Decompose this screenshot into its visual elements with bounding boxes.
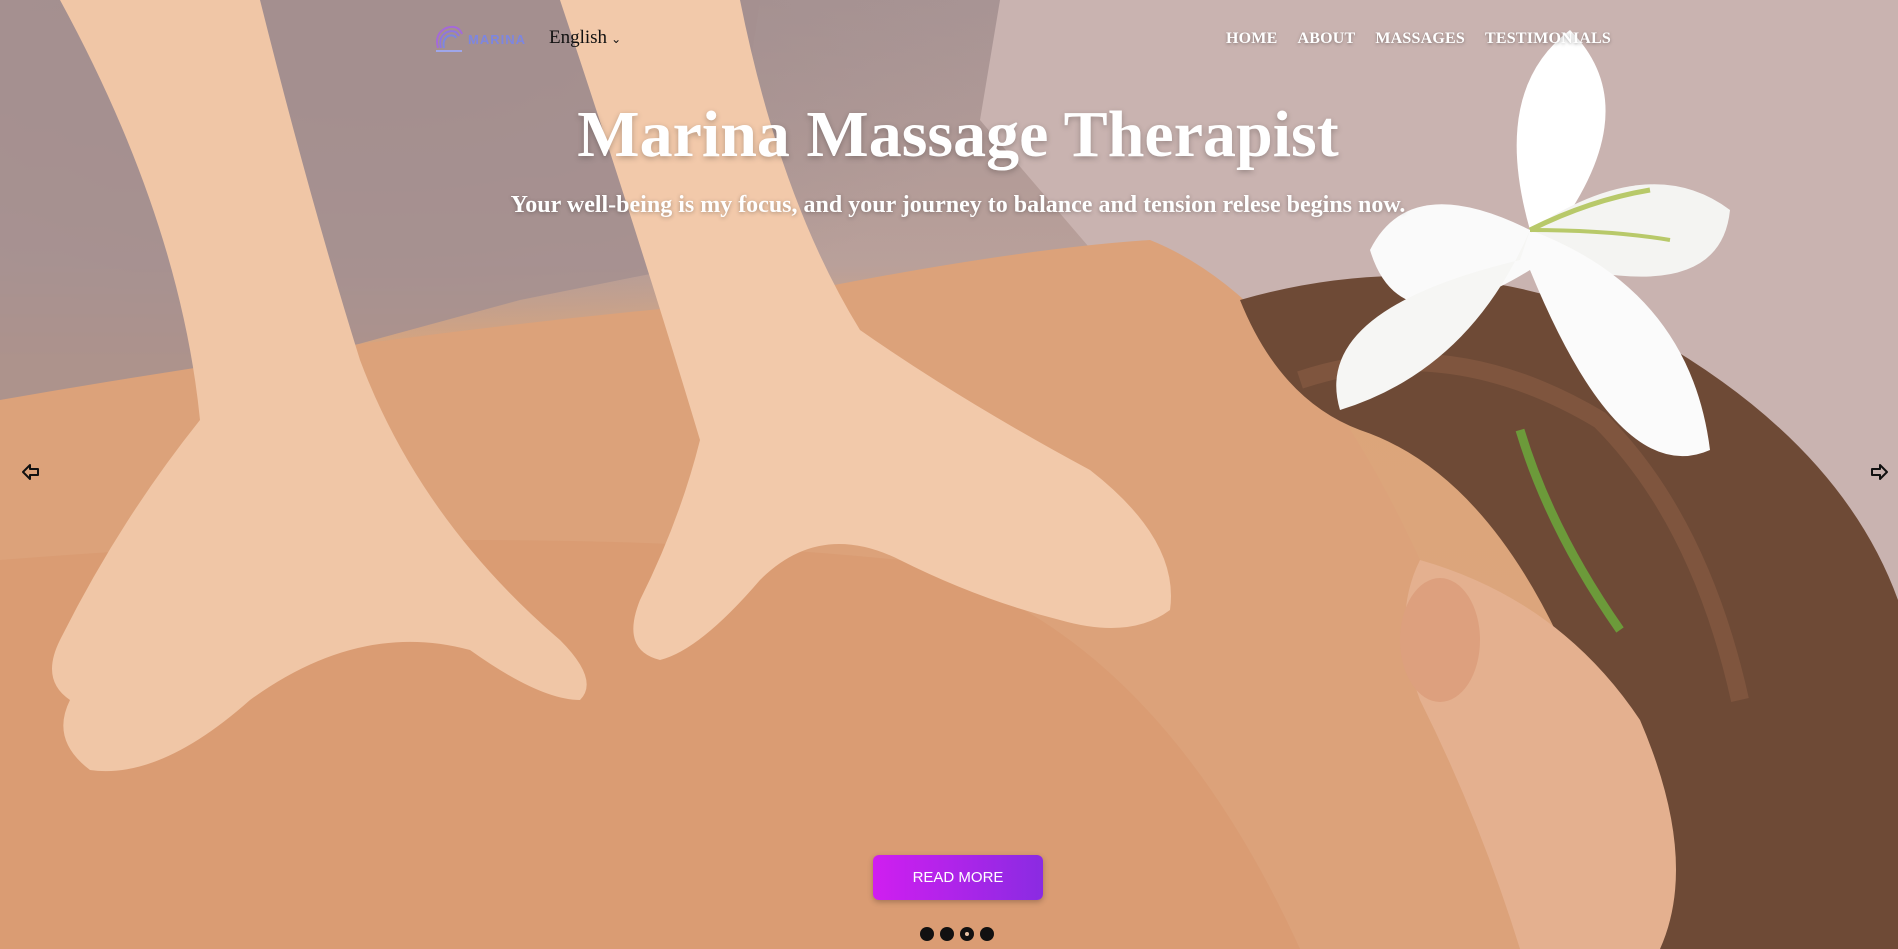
language-selected-label: English [549, 27, 608, 48]
nav-item-home[interactable]: HOME [1226, 30, 1277, 48]
hero-subtitle: Your well-being is my focus, and your jo… [510, 192, 1406, 218]
logo-text: MARINA [468, 31, 526, 47]
read-more-button[interactable]: READ MORE [873, 855, 1043, 900]
carousel-dot-4[interactable] [980, 927, 994, 941]
language-select[interactable]: English ⌄ [549, 27, 621, 49]
main-nav: HOME ABOUT MASSAGES TESTIMONIALS [1226, 30, 1611, 48]
logo[interactable]: MARINA [432, 22, 526, 56]
nav-item-massages[interactable]: MASSAGES [1375, 30, 1465, 48]
carousel-dot-3[interactable] [960, 927, 974, 941]
hero-title: Marina Massage Therapist [577, 98, 1339, 171]
arrow-right-icon [1871, 464, 1888, 480]
arrow-left-icon [22, 464, 39, 480]
carousel-dot-2[interactable] [940, 927, 954, 941]
carousel-prev-button[interactable] [20, 461, 42, 483]
nav-item-about[interactable]: ABOUT [1297, 30, 1355, 48]
carousel-dot-1[interactable] [920, 927, 934, 941]
logo-swirl-icon [436, 25, 463, 52]
carousel-indicators [920, 927, 994, 941]
nav-item-testimonials[interactable]: TESTIMONIALS [1485, 30, 1611, 48]
chevron-down-icon: ⌄ [611, 32, 622, 46]
carousel-next-button[interactable] [1868, 461, 1890, 483]
